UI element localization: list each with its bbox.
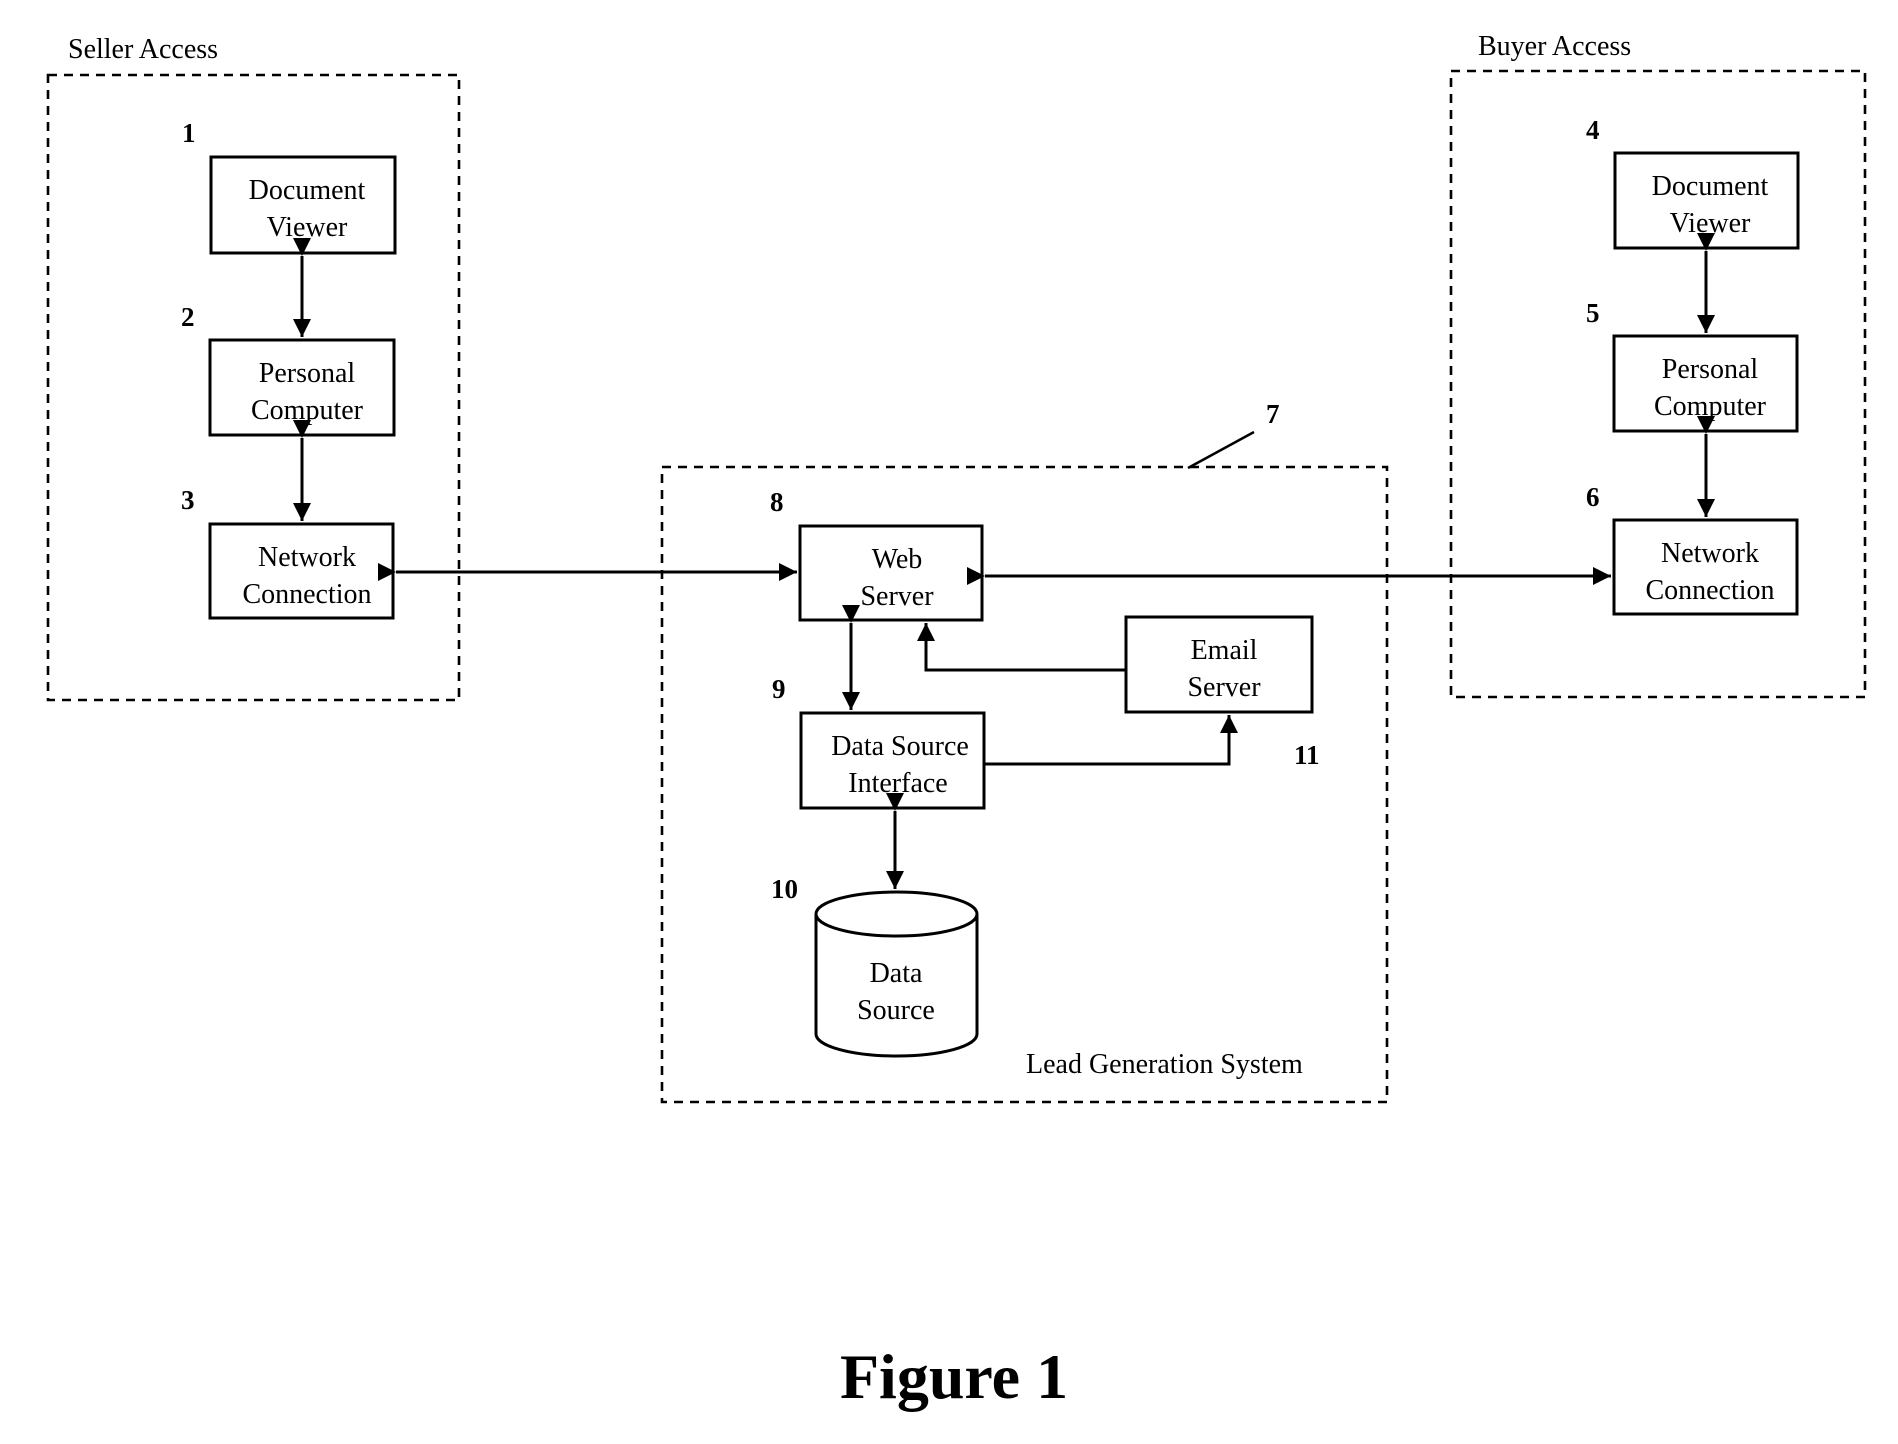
seller-document-viewer-text-1: Document xyxy=(249,175,366,206)
ref-3-label: 3 xyxy=(181,485,195,515)
data-source-node: Data Source 10 xyxy=(771,874,979,1058)
edge-emailserver-webserver xyxy=(917,623,1126,672)
ref-11-label: 11 xyxy=(1294,740,1320,770)
seller-personal-computer-text-1: Personal xyxy=(259,358,356,389)
lead-generation-label: Lead Generation System xyxy=(1026,1049,1303,1080)
email-server-text-2: Server xyxy=(1187,672,1261,703)
ref-10-label: 10 xyxy=(771,874,798,904)
email-server-text-1: Email xyxy=(1191,635,1258,666)
seller-document-viewer-text-2: Viewer xyxy=(267,212,348,243)
web-server-text-1: Web xyxy=(872,544,923,575)
buyer-access-label: Buyer Access xyxy=(1478,31,1631,62)
seller-network-connection-text-1: Network xyxy=(258,542,356,573)
data-source-interface-text-1: Data Source xyxy=(831,731,969,762)
ref-7-leader-line xyxy=(1187,430,1255,470)
data-source-cylinder-top xyxy=(814,890,979,938)
edge-dsi-emailserver xyxy=(984,715,1238,766)
buyer-personal-computer-text-1: Personal xyxy=(1662,354,1759,385)
buyer-document-viewer-text-1: Document xyxy=(1652,171,1769,202)
seller-personal-computer-node: Personal Computer 2 xyxy=(181,302,396,437)
ref-4-label: 4 xyxy=(1586,115,1600,145)
ref-5-label: 5 xyxy=(1586,298,1600,328)
system-diagram: Seller Access Buyer Access Lead Generati… xyxy=(46,31,1867,1412)
ref-2-label: 2 xyxy=(181,302,195,332)
connectors xyxy=(293,233,1715,889)
web-server-text-2: Server xyxy=(860,581,934,612)
data-source-interface-node: Data Source Interface 9 xyxy=(772,674,986,810)
seller-network-connection-text-2: Connection xyxy=(242,579,371,610)
data-source-interface-text-2: Interface xyxy=(848,768,947,799)
lead-generation-boundary xyxy=(660,465,1389,1104)
buyer-network-connection-text-1: Network xyxy=(1661,538,1759,569)
buyer-network-connection-text-2: Connection xyxy=(1645,575,1774,606)
seller-document-viewer-node: Document Viewer 1 xyxy=(182,118,397,255)
ref-7-label: 7 xyxy=(1266,399,1280,429)
ref-8-label: 8 xyxy=(770,487,784,517)
buyer-document-viewer-text-2: Viewer xyxy=(1670,208,1751,239)
figure-caption: Figure 1 xyxy=(840,1341,1068,1412)
web-server-node: Web Server 8 xyxy=(770,487,984,622)
data-source-text-2: Source xyxy=(857,995,935,1026)
buyer-personal-computer-text-2: Computer xyxy=(1654,391,1767,422)
seller-network-connection-node: Network Connection 3 xyxy=(181,485,395,620)
ref-9-label: 9 xyxy=(772,674,786,704)
email-server-node: Email Server 11 xyxy=(1124,615,1320,770)
ref-6-label: 6 xyxy=(1586,482,1600,512)
buyer-personal-computer-node: Personal Computer 5 xyxy=(1586,298,1799,433)
data-source-text-1: Data xyxy=(870,958,923,989)
ref-1-label: 1 xyxy=(182,118,196,148)
buyer-document-viewer-node: Document Viewer 4 xyxy=(1586,115,1800,250)
seller-access-label: Seller Access xyxy=(68,34,218,65)
buyer-network-connection-node: Network Connection 6 xyxy=(1586,482,1799,616)
seller-personal-computer-text-2: Computer xyxy=(251,395,364,426)
